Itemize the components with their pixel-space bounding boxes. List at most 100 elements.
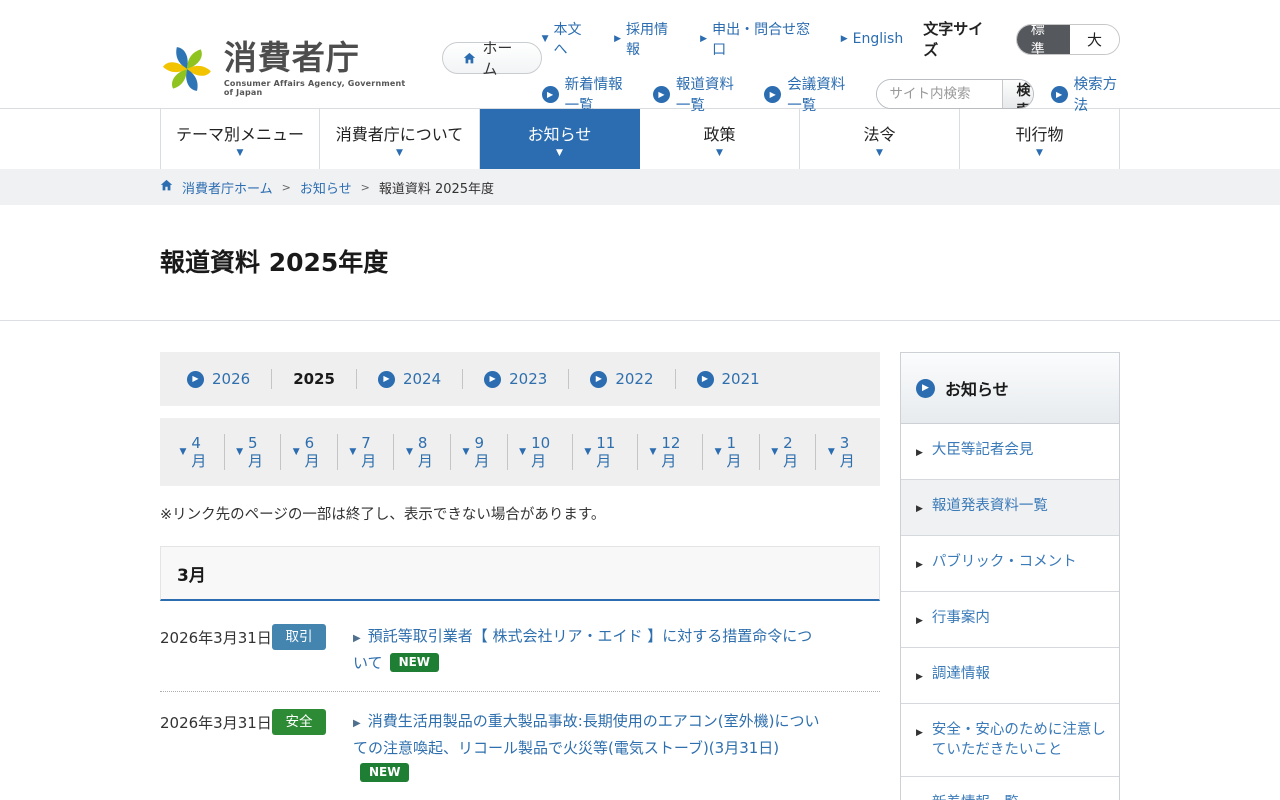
page-title: 報道資料 2025年度 (160, 243, 1120, 279)
year-tab-2023[interactable]: ▶ 2023 (463, 369, 569, 389)
circle-arrow-icon: ▶ (1051, 86, 1068, 103)
section-header-march: 3月 (160, 546, 880, 601)
chevron-down-icon: ▼ (237, 148, 244, 158)
triangle-right-icon: ▶ (353, 718, 361, 729)
triangle-right-icon: ▶ (614, 34, 621, 44)
main-content: ▶ 2026 2025 ▶ 2024 ▶ 2023 ▶ 2022 ▶ 2021 (160, 352, 880, 800)
circle-arrow-icon: ▶ (484, 371, 501, 388)
month-link-9[interactable]: ▼9月 (451, 434, 508, 470)
triangle-down-icon: ▼ (293, 443, 300, 461)
agency-logo[interactable]: 消費者庁 Consumer Affairs Agency, Government… (160, 22, 418, 115)
year-tab-2022[interactable]: ▶ 2022 (569, 369, 675, 389)
search-input[interactable] (877, 80, 1002, 108)
triangle-down-icon: ▼ (828, 443, 835, 461)
triangle-down-icon: ▼ (463, 443, 470, 461)
press-date: 2026年3月31日 (160, 624, 272, 676)
breadcrumb-home-link[interactable]: 消費者庁ホーム (182, 178, 273, 197)
nav-news[interactable]: お知らせ▼ (480, 109, 640, 169)
circle-arrow-icon: ▶ (653, 86, 670, 103)
month-link-7[interactable]: ▼7月 (338, 434, 395, 470)
nav-theme-menu[interactable]: テーマ別メニュー▼ (160, 109, 320, 169)
triangle-right-icon: ▶ (916, 664, 923, 687)
month-link-12[interactable]: ▼12月 (638, 434, 703, 470)
year-tab-2024[interactable]: ▶ 2024 (357, 369, 463, 389)
to-content-link[interactable]: ▼ 本文へ (542, 19, 594, 59)
month-link-1[interactable]: ▼1月 (703, 434, 760, 470)
nav-about[interactable]: 消費者庁について▼ (320, 109, 480, 169)
site-search: 検索 (876, 79, 1034, 109)
press-date: 2026年3月31日 (160, 709, 272, 786)
triangle-down-icon: ▼ (649, 443, 656, 461)
circle-arrow-icon: ▶ (542, 86, 559, 103)
circle-arrow-icon: ▶ (697, 371, 714, 388)
breadcrumb: 消費者庁ホーム > お知らせ > 報道資料 2025年度 (0, 169, 1280, 205)
triangle-right-icon: ▶ (916, 440, 923, 463)
month-link-11[interactable]: ▼11月 (573, 434, 638, 470)
nav-laws[interactable]: 法令▼ (800, 109, 960, 169)
new-badge: NEW (360, 763, 409, 782)
circle-arrow-icon: ▶ (378, 371, 395, 388)
month-link-8[interactable]: ▼8月 (394, 434, 451, 470)
category-badge: 安全 (272, 709, 326, 735)
triangle-down-icon: ▼ (584, 443, 591, 461)
chevron-down-icon: ▼ (876, 148, 883, 158)
triangle-right-icon: ▶ (700, 34, 707, 44)
month-link-4[interactable]: ▼4月 (168, 434, 225, 470)
font-size-large-button[interactable]: 大 (1070, 25, 1119, 54)
search-button[interactable]: 検索 (1002, 80, 1034, 108)
new-badge: NEW (390, 653, 439, 672)
sidebar-item-events[interactable]: ▶ 行事案内 (901, 592, 1119, 648)
chevron-down-icon: ▼ (1036, 148, 1043, 158)
press-item: 2026年3月31日 安全 ▶消費生活用製品の重大製品事故:長期使用のエアコン(… (160, 692, 880, 800)
global-nav: テーマ別メニュー▼ 消費者庁について▼ お知らせ▼ 政策▼ 法令▼ 刊行物▼ (0, 108, 1280, 169)
nav-policy[interactable]: 政策▼ (640, 109, 800, 169)
recruit-link[interactable]: ▶ 採用情報 (614, 19, 680, 59)
month-link-10[interactable]: ▼10月 (508, 434, 573, 470)
sidebar-item-procurement[interactable]: ▶ 調達情報 (901, 648, 1119, 704)
font-size-toggle: 標準 大 (1016, 24, 1120, 55)
chevron-down-icon: ▼ (716, 148, 723, 158)
font-size-standard-button[interactable]: 標準 (1017, 25, 1070, 54)
triangle-down-icon: ▼ (406, 443, 413, 461)
sidebar-item-press-conference[interactable]: ▶ 大臣等記者会見 (901, 424, 1119, 480)
contact-link[interactable]: ▶ 申出・問合せ窓口 (700, 19, 821, 59)
breadcrumb-separator: > (282, 181, 291, 194)
circle-arrow-icon: ▶ (916, 379, 935, 398)
month-link-5[interactable]: ▼5月 (225, 434, 282, 470)
breadcrumb-current: 報道資料 2025年度 (379, 178, 494, 197)
news-sidebar: ▶ お知らせ ▶ 大臣等記者会見 ▶ 報道発表資料一覧 ▶ パブリック・コメント… (900, 352, 1120, 800)
sidebar-item-safety-cautions[interactable]: ▶ 安全・安心のために注意していただきたいこと (901, 704, 1119, 777)
agency-name: 消費者庁 (224, 40, 418, 76)
title-band: 報道資料 2025年度 (0, 205, 1280, 321)
triangle-down-icon: ▼ (349, 443, 356, 461)
pinwheel-logo-icon (160, 38, 214, 100)
home-button[interactable]: ホーム (442, 42, 542, 74)
sidebar-item-whats-new[interactable]: ▶ 新着情報一覧 (901, 777, 1119, 800)
site-header: 消費者庁 Consumer Affairs Agency, Government… (0, 0, 1280, 108)
press-release-list: 2026年3月31日 取引 ▶預託等取引業者【 株式会社リア・エイド 】に対する… (160, 607, 880, 800)
triangle-right-icon: ▶ (916, 793, 923, 800)
home-icon (160, 179, 173, 196)
month-link-2[interactable]: ▼2月 (760, 434, 817, 470)
circle-arrow-icon: ▶ (764, 86, 781, 103)
month-links: ▼4月 ▼5月 ▼6月 ▼7月 ▼8月 ▼9月 ▼10月 ▼11月 ▼12月 ▼… (160, 418, 880, 486)
month-link-6[interactable]: ▼6月 (281, 434, 338, 470)
sidebar-item-public-comment[interactable]: ▶ パブリック・コメント (901, 536, 1119, 592)
triangle-right-icon: ▶ (916, 552, 923, 575)
press-item: 2026年3月31日 取引 ▶預託等取引業者【 株式会社リア・エイド 】に対する… (160, 607, 880, 692)
year-tab-2025-current: 2025 (272, 369, 357, 389)
year-tab-2021[interactable]: ▶ 2021 (676, 369, 781, 389)
breadcrumb-news-link[interactable]: お知らせ (300, 178, 352, 197)
triangle-down-icon: ▼ (519, 443, 526, 461)
home-button-label: ホーム (482, 37, 520, 79)
circle-arrow-icon: ▶ (187, 371, 204, 388)
press-link[interactable]: 消費生活用製品の重大製品事故:長期使用のエアコン(室外機)についての注意喚起、リ… (353, 712, 819, 757)
english-link[interactable]: ▶ English (841, 31, 903, 47)
circle-arrow-icon: ▶ (590, 371, 607, 388)
sidebar-item-press-releases[interactable]: ▶ 報道発表資料一覧 (901, 480, 1119, 536)
nav-publications[interactable]: 刊行物▼ (960, 109, 1120, 169)
year-tab-2026[interactable]: ▶ 2026 (166, 369, 272, 389)
month-link-3[interactable]: ▼3月 (816, 434, 872, 470)
triangle-right-icon: ▶ (353, 633, 361, 644)
triangle-right-icon: ▶ (916, 720, 923, 760)
